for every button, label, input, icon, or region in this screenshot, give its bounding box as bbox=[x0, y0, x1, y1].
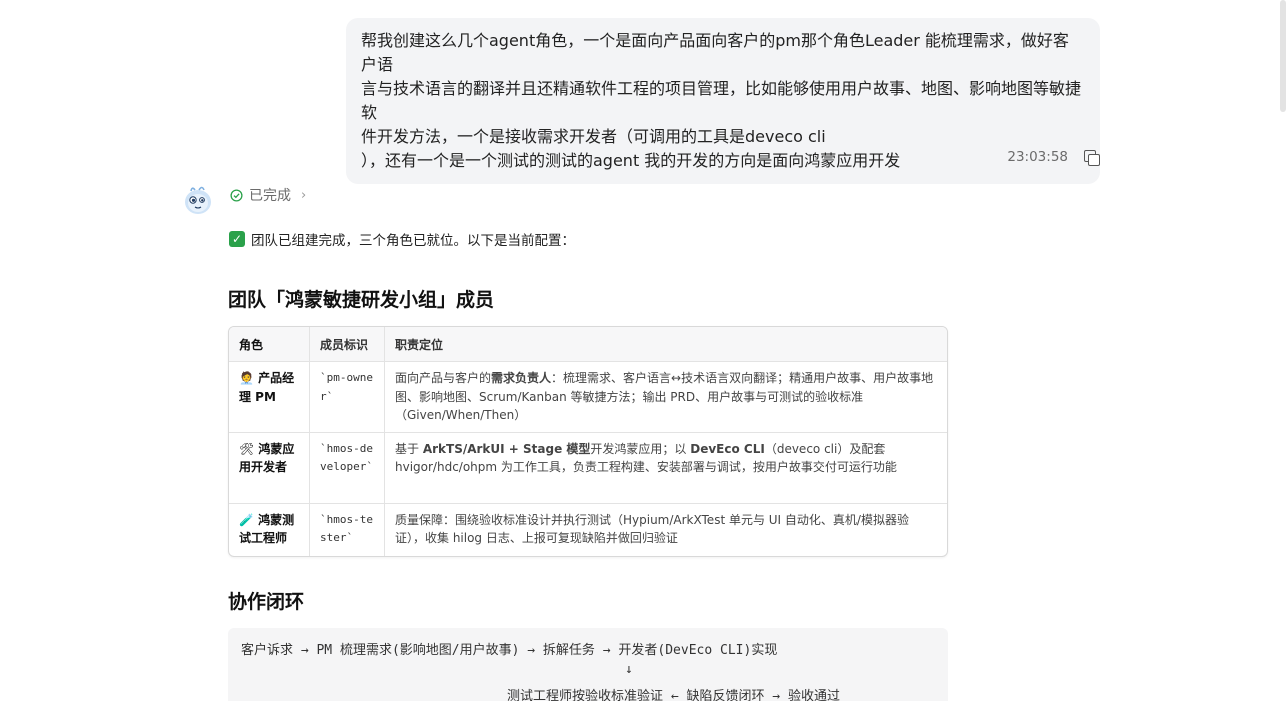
user-message-line: 帮我创建这么几个agent角色，一个是面向产品面向客户的pm那个角色Leader… bbox=[361, 31, 1069, 74]
intro-text: ✓ 团队已组建完成，三个角色已就位。以下是当前配置： bbox=[229, 229, 575, 249]
assistant-avatar bbox=[185, 186, 211, 214]
pm-emoji-icon: 🧑‍💼 bbox=[239, 371, 254, 385]
table-row: 🛠 鸿蒙应用开发者 `hmos-developer` 基于 ArkTS/ArkU… bbox=[229, 432, 947, 504]
message-meta: 23:03:58 bbox=[1007, 148, 1100, 166]
flow-line: 客户诉求 → PM 梳理需求(影响地图/用户故事) → 拆解任务 → 开发者(D… bbox=[241, 643, 778, 658]
user-message-line: ），还有一个是一个测试的测试的agent 我的开发的方向是面向鸿蒙应用开发 bbox=[361, 151, 901, 170]
duty-bold: ArkTS/ArkUI + Stage 模型 bbox=[422, 441, 591, 456]
test-tube-emoji-icon: 🧪 bbox=[239, 512, 254, 527]
tools-emoji-icon: 🛠 bbox=[239, 441, 255, 456]
team-members-table: 角色 成员标识 职责定位 🧑‍💼 产品经理 PM `pm-owner` 面向产品… bbox=[228, 326, 948, 557]
column-header-role: 角色 bbox=[229, 327, 309, 362]
duty-cell: 基于 ArkTS/ArkUI + Stage 模型开发鸿蒙应用；以 DevEco… bbox=[384, 432, 947, 504]
intro-message: 团队已组建完成，三个角色已就位。以下是当前配置： bbox=[251, 233, 575, 249]
user-message-bubble: 帮我创建这么几个agent角色，一个是面向产品面向客户的pm那个角色Leader… bbox=[346, 18, 1100, 184]
table-header-row: 角色 成员标识 职责定位 bbox=[229, 327, 947, 362]
column-header-duty: 职责定位 bbox=[384, 327, 947, 362]
user-message-line: 言与技术语言的翻译并且还精通软件工程的项目管理，比如能够使用用户故事、地图、影响… bbox=[361, 79, 1082, 122]
page-scrollbar[interactable] bbox=[1280, 0, 1286, 112]
role-cell: 🧑‍💼 产品经理 PM bbox=[229, 362, 309, 433]
duty-bold: 需求负责人 bbox=[491, 371, 552, 385]
message-timestamp: 23:03:58 bbox=[1007, 149, 1068, 165]
table-row: 🧪 鸿蒙测试工程师 `hmos-tester` 质量保障：围绕验收标准设计并执行… bbox=[229, 503, 947, 556]
duty-text: 开发鸿蒙应用；以 bbox=[590, 441, 691, 456]
table-row: 🧑‍💼 产品经理 PM `pm-owner` 面向产品与客户的需求负责人：梳理需… bbox=[229, 362, 947, 433]
check-mark-icon: ✓ bbox=[229, 231, 245, 247]
flow-line: 测试工程师按验收标准验证 ← 缺陷反馈闭环 → 验收通过 bbox=[507, 689, 840, 701]
chevron-right-icon: › bbox=[301, 187, 307, 203]
duty-text: 质量保障：围绕验收标准设计并执行测试（Hypium/ArkXTest 单元与 U… bbox=[395, 512, 909, 546]
member-id-cell: `hmos-developer` bbox=[309, 432, 384, 504]
duty-cell: 面向产品与客户的需求负责人：梳理需求、客户语言↔技术语言双向翻译；精通用户故事、… bbox=[384, 362, 947, 433]
role-cell: 🧪 鸿蒙测试工程师 bbox=[229, 504, 309, 556]
task-status[interactable]: 已完成 › bbox=[230, 185, 306, 205]
role-cell: 🛠 鸿蒙应用开发者 bbox=[229, 433, 309, 504]
user-message-line: 件开发方法，一个是接收需求开发者（可调用的工具是deveco cli bbox=[361, 127, 826, 146]
member-id-cell: `hmos-tester` bbox=[309, 503, 384, 556]
duty-cell: 质量保障：围绕验收标准设计并执行测试（Hypium/ArkXTest 单元与 U… bbox=[384, 503, 947, 556]
duty-text: 基于 bbox=[395, 441, 423, 456]
member-id-cell: `pm-owner` bbox=[309, 362, 384, 433]
flow-arrow-down-icon: ↓ bbox=[625, 662, 633, 677]
section-title-members: 团队「鸿蒙敏捷研发小组」成员 bbox=[228, 289, 495, 311]
copy-icon[interactable] bbox=[1082, 148, 1100, 166]
column-header-id: 成员标识 bbox=[309, 327, 384, 362]
duty-text: 面向产品与客户的 bbox=[395, 371, 492, 385]
section-title-collaboration: 协作闭环 bbox=[228, 591, 305, 613]
status-label: 已完成 bbox=[249, 188, 291, 204]
collaboration-flow-block: 客户诉求 → PM 梳理需求(影响地图/用户故事) → 拆解任务 → 开发者(D… bbox=[228, 628, 948, 701]
check-circle-icon bbox=[230, 188, 243, 202]
duty-bold: DevEco CLI bbox=[690, 441, 765, 456]
